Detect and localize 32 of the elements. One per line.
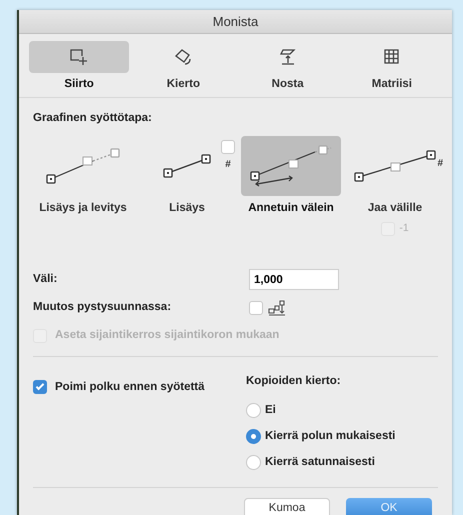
checkbox-label: Aseta sijaintikerros sijaintikoron mukaan bbox=[55, 328, 280, 343]
section-label: Graafinen syöttötapa: bbox=[33, 111, 153, 126]
line-nodes-drawing bbox=[163, 154, 211, 178]
group-label: Kopioiden kierto: bbox=[246, 374, 342, 388]
count-mark: # bbox=[437, 156, 443, 170]
method-option[interactable]: # Lisäys bbox=[137, 136, 237, 216]
raise-icon bbox=[278, 48, 298, 66]
window-title: Monista bbox=[19, 10, 452, 34]
field-label: Muutos pystysuunnassa: bbox=[33, 300, 172, 315]
checkbox-label: Poimi polku ennen syötettä bbox=[55, 380, 205, 394]
tab[interactable]: Kierto bbox=[131, 41, 236, 94]
method-option[interactable]: Lisäys ja levitys bbox=[33, 136, 133, 216]
elevation-icon bbox=[268, 300, 286, 316]
checkbox[interactable] bbox=[221, 140, 235, 154]
input-field[interactable]: 1,000 bbox=[249, 269, 339, 290]
tab[interactable]: Nosta bbox=[236, 41, 340, 94]
radio-button[interactable] bbox=[246, 403, 261, 418]
radio-label: Kierrä satunnaisesti bbox=[265, 455, 375, 470]
tab[interactable]: Matriisi bbox=[340, 41, 444, 94]
radio-label: Kierrä polun mukaisesti bbox=[265, 429, 396, 444]
checkbox[interactable] bbox=[33, 380, 47, 394]
radio-button[interactable] bbox=[246, 455, 261, 470]
field-label: Väli: bbox=[33, 272, 58, 287]
count-mark: # bbox=[225, 158, 231, 172]
square-cross-icon bbox=[69, 48, 90, 66]
method-option[interactable]: # Jaa välille bbox=[345, 136, 445, 216]
grid-icon bbox=[382, 48, 401, 66]
radio-button[interactable] bbox=[246, 429, 261, 444]
radio-label: Ei bbox=[265, 403, 276, 418]
cancel-button[interactable]: Kumoa bbox=[244, 498, 330, 515]
checkbox[interactable] bbox=[249, 300, 263, 314]
checkbox-label: -1 bbox=[399, 221, 409, 236]
